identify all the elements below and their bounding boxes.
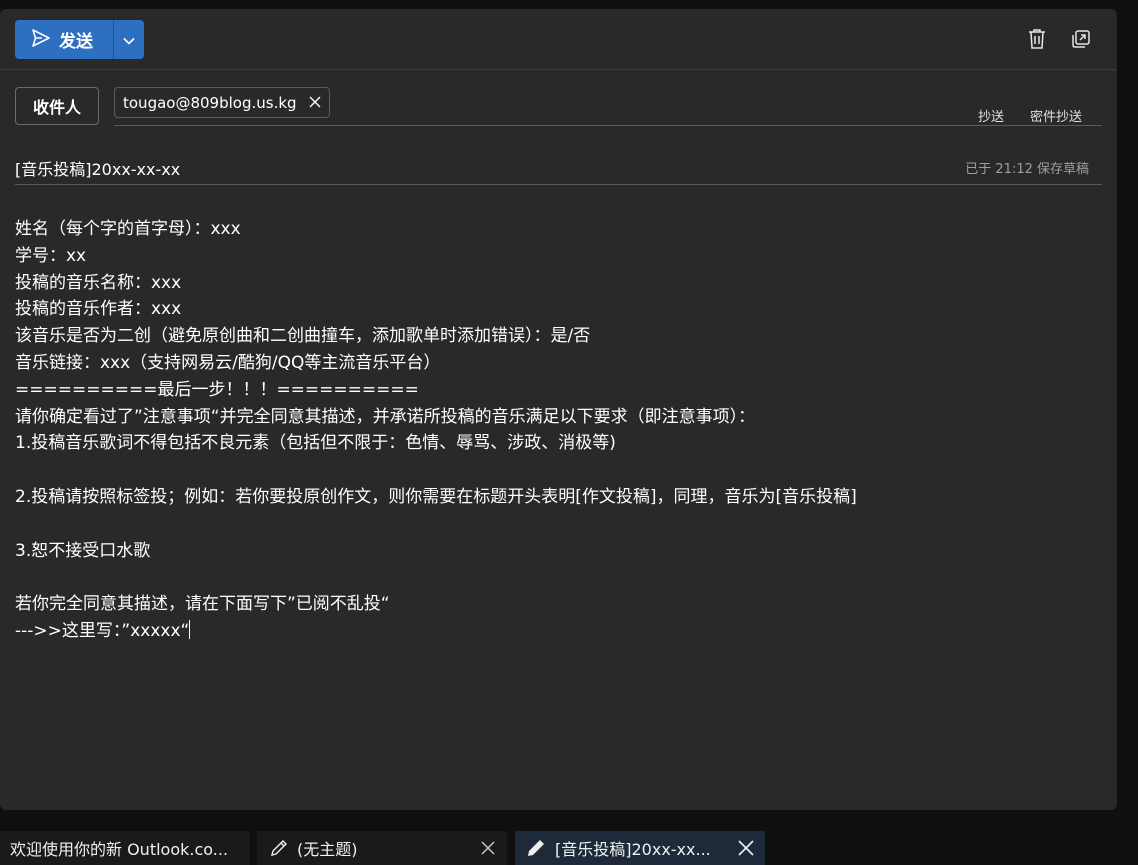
message-body-editor[interactable]: 姓名（每个字的首字母）：xxx 学号：xx 投稿的音乐名称：xxx 投稿的音乐作…: [15, 216, 1105, 645]
pencil-icon: [269, 838, 289, 858]
recipients-row: 收件人 tougao@809blog.us.kg 抄送 密件抄送: [0, 70, 1117, 134]
close-icon[interactable]: [479, 839, 497, 857]
close-icon[interactable]: [309, 94, 321, 112]
body-line: [15, 457, 1105, 484]
compose-toolbar: 发送: [0, 9, 1117, 70]
body-line: [15, 564, 1105, 591]
compose-tab-bar: 欢迎使用你的新 Outlook.co... (无主题) [音乐投稿]20xx-x…: [0, 831, 1138, 865]
recipient-chip[interactable]: tougao@809blog.us.kg: [114, 87, 330, 118]
send-button-group: 发送: [15, 20, 144, 59]
text-caret: [189, 619, 191, 639]
send-icon: [31, 28, 51, 52]
body-line: 请你确定看过了”注意事项“并完全同意其描述，并承诺所投稿的音乐满足以下要求（即注…: [15, 406, 756, 427]
body-line: 若你完全同意其描述，请在下面写下”已阅不乱投“: [15, 594, 390, 615]
to-button[interactable]: 收件人: [15, 87, 99, 125]
chevron-down-icon: [123, 30, 135, 49]
body-line: 2.投稿请按照标签投；例如：若你要投原创作文，则你需要在标题开头表明[作文投稿]…: [15, 486, 857, 507]
body-line: ==========最后一步！！！==========: [15, 379, 419, 400]
cc-link[interactable]: 抄送: [978, 106, 1004, 125]
body-line-with-caret: --->>这里写：”xxxxx“: [15, 618, 1105, 645]
pencil-icon: [525, 837, 547, 859]
tab-music-submission[interactable]: [音乐投稿]20xx-xx...: [515, 831, 765, 865]
subject-input[interactable]: [音乐投稿]20xx-xx-xx: [15, 156, 180, 180]
recipient-address: tougao@809blog.us.kg: [123, 93, 297, 112]
tab-label: (无主题): [297, 840, 358, 859]
tab-label: 欢迎使用你的新 Outlook.co...: [10, 840, 229, 859]
subject-divider: [15, 184, 1102, 185]
body-line: 投稿的音乐名称：xxx: [15, 272, 182, 293]
tab-label: [音乐投稿]20xx-xx...: [555, 840, 711, 859]
body-line: 投稿的音乐作者：xxx: [15, 299, 182, 320]
body-line: 该音乐是否为二创（避免原创曲和二创曲撞车，添加歌单时添加错误）：是/否: [15, 326, 591, 347]
send-button[interactable]: 发送: [15, 20, 113, 59]
tab-no-subject[interactable]: (无主题): [257, 831, 507, 865]
body-line: 音乐链接：xxx（支持网易云/酷狗/QQ等主流音乐平台）: [15, 352, 441, 373]
to-field-divider: [114, 125, 1102, 126]
trash-icon[interactable]: [1025, 27, 1049, 51]
body-line: 3.恕不接受口水歌: [15, 540, 151, 561]
send-options-dropdown[interactable]: [113, 20, 144, 59]
body-line: 学号：xx: [15, 245, 87, 266]
body-line: 1.投稿音乐歌词不得包括不良元素（包括但不限于：色情、辱骂、涉政、消极等): [15, 433, 616, 454]
tab-welcome[interactable]: 欢迎使用你的新 Outlook.co...: [0, 831, 250, 865]
draft-saved-status: 已于 21:12 保存草稿: [965, 162, 1089, 177]
bcc-link[interactable]: 密件抄送: [1030, 106, 1082, 125]
compose-window: 发送 收件人 tougao@809blog.us.kg 抄送 密件抄送 [音乐投…: [0, 9, 1117, 810]
popout-icon[interactable]: [1069, 27, 1093, 51]
subject-row: [音乐投稿]20xx-xx-xx 已于 21:12 保存草稿: [0, 134, 1117, 189]
body-line: [15, 511, 1105, 538]
body-line: 姓名（每个字的首字母）：xxx: [15, 219, 241, 239]
close-icon[interactable]: [737, 839, 755, 857]
body-line: --->>这里写：”xxxxx“: [15, 620, 190, 641]
send-label: 发送: [59, 32, 93, 52]
